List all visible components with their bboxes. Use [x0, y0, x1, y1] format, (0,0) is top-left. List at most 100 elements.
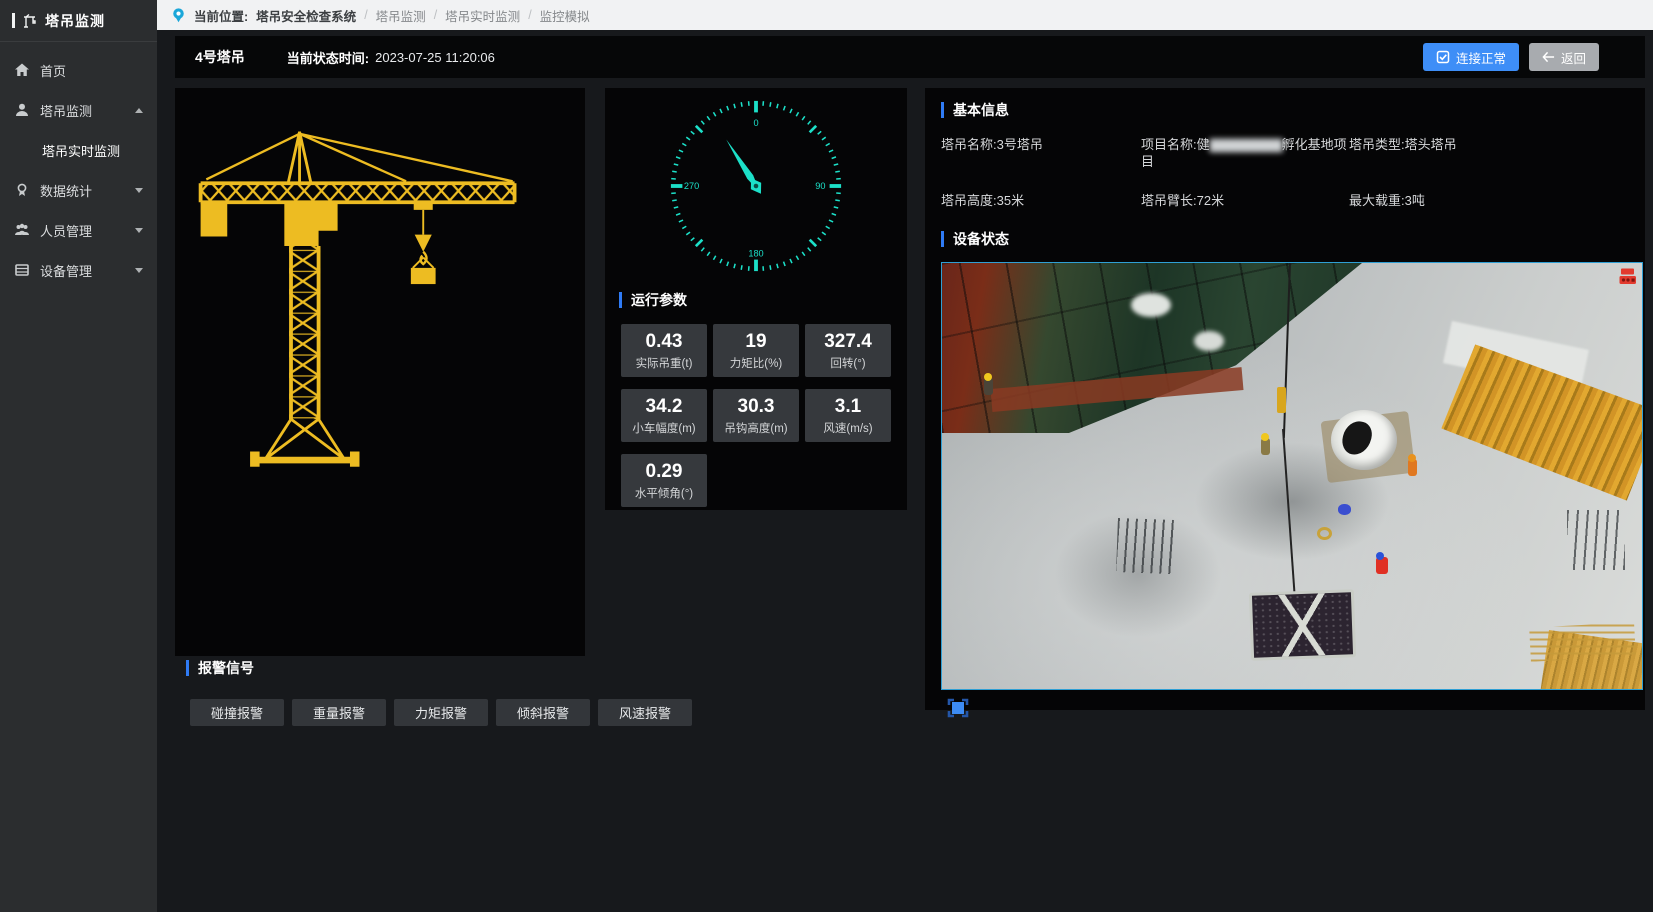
- basic-info-section-title: 基本信息: [941, 100, 1645, 120]
- sidebar-item-label: 塔吊监测: [40, 101, 92, 120]
- arrow-left-icon: [1542, 51, 1555, 63]
- alarm-section: 报警信号 碰撞报警 重量报警 力矩报警 倾斜报警 风速报警: [186, 658, 692, 726]
- camera-feed[interactable]: [941, 262, 1643, 690]
- sidebar-item-label: 首页: [40, 61, 66, 80]
- param-card-load: 0.43 实际吊重(t): [621, 324, 707, 377]
- chevron-up-icon: [135, 108, 143, 113]
- breadcrumb-item[interactable]: 塔吊实时监测: [445, 6, 520, 25]
- people-icon: [14, 222, 30, 238]
- sidebar-item-home[interactable]: 首页: [0, 50, 157, 90]
- alarm-button-wind[interactable]: 风速报警: [598, 699, 692, 726]
- section-title-text: 基本信息: [953, 100, 1009, 120]
- alarm-button-tilt[interactable]: 倾斜报警: [496, 699, 590, 726]
- sidebar-item-label: 人员管理: [40, 221, 92, 240]
- fullscreen-icon: [946, 697, 970, 719]
- param-card-wind-speed: 3.1 风速(m/s): [805, 389, 891, 442]
- video-material-basket: [1249, 589, 1356, 661]
- section-accent-bar: [941, 231, 944, 247]
- video-detail: [1529, 622, 1636, 662]
- fullscreen-button[interactable]: [945, 697, 971, 721]
- status-header: 4号塔吊 当前状态时间: 2023-07-25 11:20:06 连接正常 返回: [175, 36, 1645, 78]
- video-worker: [984, 378, 993, 395]
- chevron-down-icon: [135, 188, 143, 193]
- status-time-value: 2023-07-25 11:20:06: [375, 50, 495, 65]
- video-rebar-cluster: [1116, 518, 1174, 574]
- device-icon: [14, 262, 30, 278]
- breadcrumb-separator: /: [434, 8, 437, 22]
- sidebar-item-personnel[interactable]: 人员管理: [0, 210, 157, 250]
- basic-info-grid: 塔吊名称:3号塔吊 项目名称:健▇▇▇▇▇▇▇▇孵化基地项目 塔吊类型:塔头塔吊…: [941, 136, 1645, 209]
- app-title: 塔吊监测: [45, 11, 105, 31]
- rotation-compass-gauge: 0 90 180 270: [664, 94, 848, 278]
- video-detail: [1338, 504, 1351, 515]
- section-accent-bar: [186, 660, 189, 676]
- home-icon: [14, 62, 30, 78]
- info-project-name: 项目名称:健▇▇▇▇▇▇▇▇孵化基地项目: [1141, 136, 1349, 170]
- compass-label-west: 270: [684, 181, 699, 191]
- checkbox-check-icon: [1436, 50, 1450, 64]
- sidebar: 塔吊监测 首页 塔吊监测 塔吊实时监测: [0, 0, 157, 912]
- breadcrumb-separator: /: [528, 8, 531, 22]
- param-card-tilt-angle: 0.29 水平倾角(°): [621, 454, 707, 507]
- sidebar-subitem-realtime-monitor[interactable]: 塔吊实时监测: [0, 130, 157, 170]
- param-label: 回转(°): [805, 355, 891, 371]
- video-hoist-block: [1277, 387, 1286, 413]
- tower-crane-illustration: [193, 124, 545, 486]
- section-accent-bar: [619, 292, 622, 308]
- sidebar-item-label: 数据统计: [40, 181, 92, 200]
- connection-status-label: 连接正常: [1456, 48, 1506, 67]
- breadcrumb-root[interactable]: 塔吊安全检查系统: [256, 6, 356, 25]
- crane-logo-icon: [22, 13, 38, 29]
- alarm-button-weight[interactable]: 重量报警: [292, 699, 386, 726]
- breadcrumb-label: 当前位置:: [194, 6, 248, 25]
- sidebar-item-crane-monitor[interactable]: 塔吊监测: [0, 90, 157, 130]
- status-time-label: 当前状态时间:: [287, 48, 369, 67]
- param-label: 小车幅度(m): [621, 420, 707, 436]
- param-value: 19: [713, 331, 799, 353]
- param-card-rotation: 327.4 回转(°): [805, 324, 891, 377]
- alarm-buttons-row: 碰撞报警 重量报警 力矩报警 倾斜报警 风速报警: [190, 699, 692, 726]
- param-value: 0.29: [621, 461, 707, 483]
- param-value: 327.4: [805, 331, 891, 353]
- params-section-title: 运行参数: [619, 290, 907, 310]
- alarm-button-moment[interactable]: 力矩报警: [394, 699, 488, 726]
- param-label: 力矩比(%): [713, 355, 799, 371]
- breadcrumb-separator: /: [364, 8, 367, 22]
- app-logo: 塔吊监测: [0, 0, 157, 42]
- video-worker: [1408, 459, 1417, 476]
- user-icon: [14, 102, 30, 118]
- param-label: 实际吊重(t): [621, 355, 707, 371]
- video-detail: [1317, 527, 1332, 540]
- section-accent-bar: [941, 102, 944, 118]
- video-worker: [1376, 557, 1388, 574]
- info-arm-length: 塔吊臂长:72米: [1141, 192, 1349, 209]
- param-value: 3.1: [805, 396, 891, 418]
- back-button-label: 返回: [1561, 48, 1586, 67]
- sidebar-nav: 首页 塔吊监测 塔吊实时监测 数据统计: [0, 42, 157, 290]
- sidebar-item-label: 设备管理: [40, 261, 92, 280]
- section-title-text: 设备状态: [953, 229, 1009, 249]
- param-label: 吊钩高度(m): [713, 420, 799, 436]
- param-card-trolley-range: 34.2 小车幅度(m): [621, 389, 707, 442]
- sidebar-item-data-stats[interactable]: 数据统计: [0, 170, 157, 210]
- params-grid: 0.43 实际吊重(t) 19 力矩比(%) 327.4 回转(°) 34.2 …: [621, 324, 891, 507]
- breadcrumb-item[interactable]: 塔吊监测: [376, 6, 426, 25]
- compass-label-east: 90: [815, 181, 825, 191]
- param-label: 风速(m/s): [805, 420, 891, 436]
- sidebar-item-equipment[interactable]: 设备管理: [0, 250, 157, 290]
- sidebar-item-label: 塔吊实时监测: [42, 141, 120, 160]
- info-max-load: 最大载重:3吨: [1349, 192, 1635, 209]
- compass-label-north: 0: [753, 118, 758, 128]
- logo-divider-bar: [12, 13, 15, 28]
- alarm-button-collision[interactable]: 碰撞报警: [190, 699, 284, 726]
- connection-status-button[interactable]: 连接正常: [1423, 43, 1519, 71]
- video-detail: [1131, 293, 1171, 317]
- location-pin-icon: [171, 7, 186, 23]
- param-value: 0.43: [621, 331, 707, 353]
- breadcrumb-item[interactable]: 监控模拟: [540, 6, 590, 25]
- device-status-section-title: 设备状态: [941, 229, 1645, 249]
- param-card-hook-height: 30.3 吊钩高度(m): [713, 389, 799, 442]
- param-value: 30.3: [713, 396, 799, 418]
- breadcrumb: 当前位置: 塔吊安全检查系统 / 塔吊监测 / 塔吊实时监测 / 监控模拟: [157, 0, 1653, 30]
- back-button[interactable]: 返回: [1529, 43, 1599, 71]
